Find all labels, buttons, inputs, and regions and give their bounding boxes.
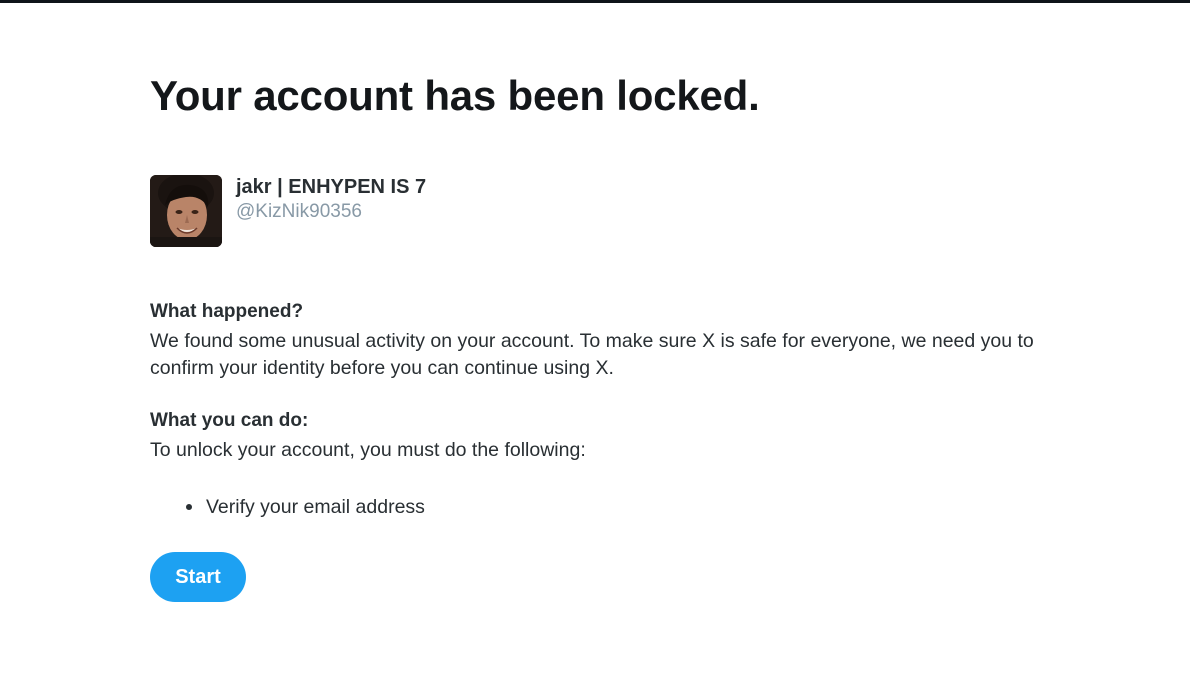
what-you-can-do-section: What you can do: To unlock your account,… [150, 408, 1050, 464]
what-happened-heading: What happened? [150, 301, 304, 322]
what-you-can-do-body: To unlock your account, you must do the … [150, 439, 586, 461]
what-happened-section: What happened? We found some unusual act… [150, 299, 1050, 382]
unlock-steps-list: Verify your email address [186, 493, 425, 521]
start-button[interactable]: Start [150, 552, 246, 602]
page-title: Your account has been locked. [150, 72, 760, 119]
user-avatar-photo-icon [150, 175, 222, 247]
bullet-icon [186, 504, 192, 510]
top-divider [0, 0, 1190, 3]
what-you-can-do-heading: What you can do: [150, 410, 309, 431]
display-name: jakr | ENHYPEN IS 7 [236, 176, 427, 198]
user-meta: jakr | ENHYPEN IS 7 @KizNik90356 [236, 175, 426, 225]
what-happened-body: We found some unusual activity on your a… [150, 330, 1034, 379]
list-item: Verify your email address [186, 493, 425, 521]
user-card: jakr | ENHYPEN IS 7 @KizNik90356 [150, 175, 426, 247]
step-label: Verify your email address [206, 496, 425, 518]
user-handle: @KizNik90356 [236, 201, 362, 222]
avatar [150, 175, 222, 247]
